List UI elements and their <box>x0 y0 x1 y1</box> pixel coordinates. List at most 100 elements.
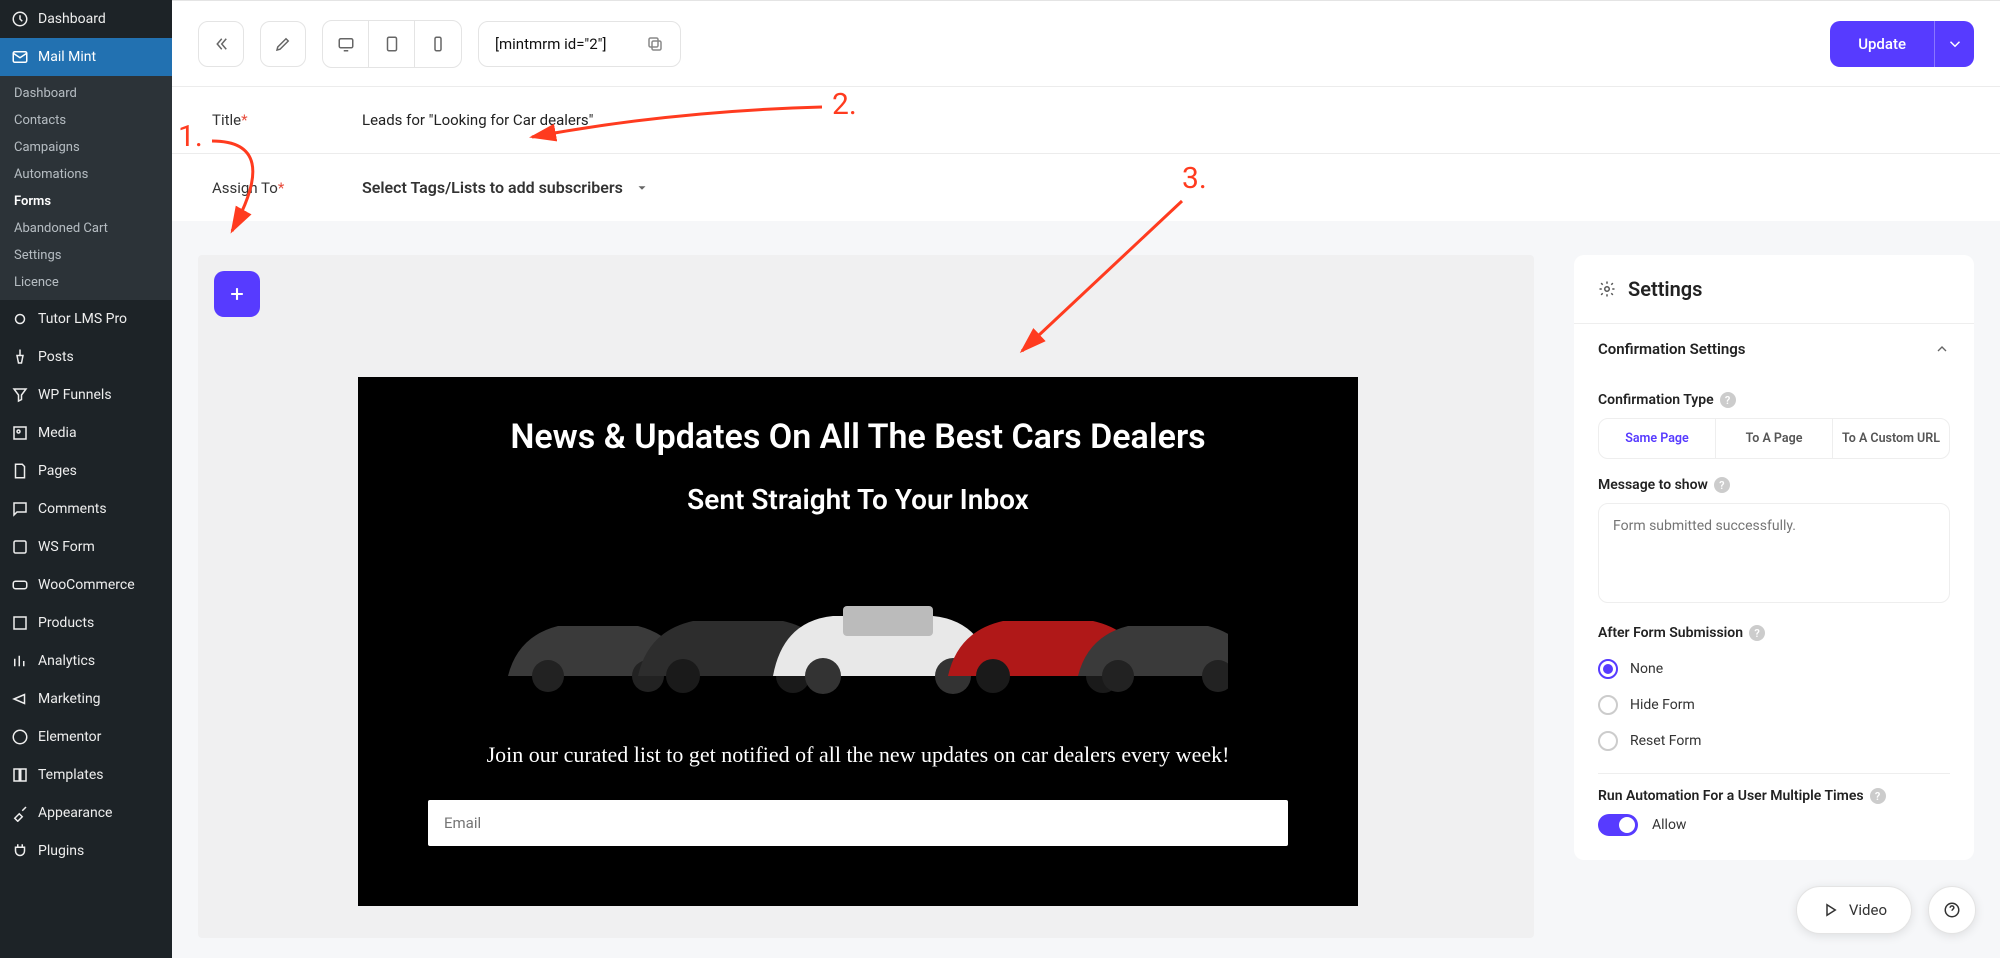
conf-type-tabs: Same Page To A Page To A Custom URL <box>1598 418 1950 459</box>
page-icon <box>10 461 30 481</box>
woo-icon <box>10 575 30 595</box>
update-dropdown[interactable] <box>1934 21 1974 67</box>
collapse-button[interactable] <box>198 21 244 67</box>
settings-title: Settings <box>1628 277 1702 301</box>
help-icon[interactable]: ? <box>1720 392 1736 408</box>
sidebar-tutor[interactable]: Tutor LMS Pro <box>0 300 172 338</box>
analytics-icon <box>10 651 30 671</box>
tab-same-page[interactable]: Same Page <box>1599 419 1715 458</box>
sub-settings[interactable]: Settings <box>0 242 172 269</box>
products-icon <box>10 613 30 633</box>
email-input[interactable] <box>428 800 1288 846</box>
chevron-up-icon <box>1934 340 1950 358</box>
sidebar-products[interactable]: Products <box>0 604 172 642</box>
title-value[interactable]: Leads for "Looking for Car dealers" <box>362 111 593 129</box>
question-icon <box>1943 901 1961 919</box>
sub-forms[interactable]: Forms <box>0 188 172 215</box>
cars-image <box>488 556 1228 706</box>
title-row: Title* Leads for "Looking for Car dealer… <box>172 87 2000 154</box>
video-button[interactable]: Video <box>1796 886 1912 934</box>
desktop-view[interactable] <box>323 21 369 67</box>
sidebar-appearance[interactable]: Appearance <box>0 794 172 832</box>
sidebar-woo[interactable]: WooCommerce <box>0 566 172 604</box>
sidebar-pages[interactable]: Pages <box>0 452 172 490</box>
plus-icon <box>227 284 247 304</box>
sidebar-dashboard[interactable]: Dashboard <box>0 0 172 38</box>
sidebar-posts[interactable]: Posts <box>0 338 172 376</box>
brush-icon <box>10 803 30 823</box>
admin-sidebar: Dashboard Mail Mint Dashboard Contacts C… <box>0 0 172 958</box>
floating-actions: Video <box>1796 886 1976 934</box>
form-preview[interactable]: News & Updates On All The Best Cars Deal… <box>358 377 1358 906</box>
radio-none[interactable]: None <box>1598 651 1950 687</box>
update-button[interactable]: Update <box>1830 21 1934 67</box>
sidebar-elementor[interactable]: Elementor <box>0 718 172 756</box>
tab-custom-url[interactable]: To A Custom URL <box>1832 419 1949 458</box>
sidebar-media[interactable]: Media <box>0 414 172 452</box>
help-icon[interactable]: ? <box>1749 625 1765 641</box>
sidebar-comments[interactable]: Comments <box>0 490 172 528</box>
sidebar-templates[interactable]: Templates <box>0 756 172 794</box>
assign-select[interactable]: Select Tags/Lists to add subscribers <box>362 178 649 197</box>
sidebar-wpfunnels[interactable]: WP Funnels <box>0 376 172 414</box>
media-icon <box>10 423 30 443</box>
comment-icon <box>10 499 30 519</box>
sidebar-label: Mail Mint <box>38 49 96 65</box>
sidebar-submenu: Dashboard Contacts Campaigns Automations… <box>0 76 172 300</box>
tab-to-page[interactable]: To A Page <box>1715 419 1832 458</box>
after-label: After Form Submission? <box>1598 625 1950 641</box>
templates-icon <box>10 765 30 785</box>
allow-toggle[interactable] <box>1598 814 1638 836</box>
sub-abandoned[interactable]: Abandoned Cart <box>0 215 172 242</box>
mail-icon <box>10 47 30 67</box>
plug-icon <box>10 841 30 861</box>
canvas-wrap: News & Updates On All The Best Cars Deal… <box>172 221 2000 938</box>
settings-panel: Settings Confirmation Settings Confirmat… <box>1574 255 1974 860</box>
sub-contacts[interactable]: Contacts <box>0 107 172 134</box>
assign-row: Assign To* Select Tags/Lists to add subs… <box>172 154 2000 221</box>
chevron-down-icon <box>635 181 649 195</box>
update-wrap: Update <box>1830 21 1974 67</box>
marketing-icon <box>10 689 30 709</box>
sidebar-analytics[interactable]: Analytics <box>0 642 172 680</box>
sub-campaigns[interactable]: Campaigns <box>0 134 172 161</box>
edit-button[interactable] <box>260 21 306 67</box>
topbar: [mintmrm id="2"] Update <box>172 1 2000 87</box>
main-area: [mintmrm id="2"] Update Title* Leads for… <box>172 0 2000 958</box>
sub-licence[interactable]: Licence <box>0 269 172 296</box>
add-block-button[interactable] <box>214 271 260 317</box>
form-canvas: News & Updates On All The Best Cars Deal… <box>198 255 1534 938</box>
sub-automations[interactable]: Automations <box>0 161 172 188</box>
assign-label: Assign To* <box>212 179 362 197</box>
sidebar-plugins[interactable]: Plugins <box>0 832 172 870</box>
sidebar-mailmint[interactable]: Mail Mint <box>0 38 172 76</box>
copy-icon[interactable] <box>646 35 664 53</box>
settings-body: Confirmation Type? Same Page To A Page T… <box>1574 392 1974 860</box>
allow-toggle-row: Allow <box>1598 814 1950 836</box>
preview-subtext: Join our curated list to get notified of… <box>398 742 1318 768</box>
wsform-icon <box>10 537 30 557</box>
help-button[interactable] <box>1928 886 1976 934</box>
msg-label: Message to show? <box>1598 477 1950 493</box>
tablet-view[interactable] <box>369 21 415 67</box>
gear-icon <box>1598 280 1616 298</box>
help-icon[interactable]: ? <box>1870 788 1886 804</box>
sub-dashboard[interactable]: Dashboard <box>0 80 172 107</box>
automation-label: Run Automation For a User Multiple Times… <box>1598 788 1950 804</box>
shortcode-display: [mintmrm id="2"] <box>478 21 681 67</box>
sidebar-wsform[interactable]: WS Form <box>0 528 172 566</box>
shortcode-text: [mintmrm id="2"] <box>495 35 606 53</box>
radio-hide[interactable]: Hide Form <box>1598 687 1950 723</box>
title-label: Title* <box>212 111 362 129</box>
tutor-icon <box>10 309 30 329</box>
mobile-view[interactable] <box>415 21 461 67</box>
radio-reset[interactable]: Reset Form <box>1598 723 1950 759</box>
sidebar-label: Dashboard <box>38 11 106 27</box>
settings-header: Settings <box>1574 255 1974 324</box>
pin-icon <box>10 347 30 367</box>
message-textarea[interactable] <box>1598 503 1950 603</box>
sidebar-marketing[interactable]: Marketing <box>0 680 172 718</box>
confirmation-section-toggle[interactable]: Confirmation Settings <box>1574 324 1974 374</box>
elementor-icon <box>10 727 30 747</box>
help-icon[interactable]: ? <box>1714 477 1730 493</box>
